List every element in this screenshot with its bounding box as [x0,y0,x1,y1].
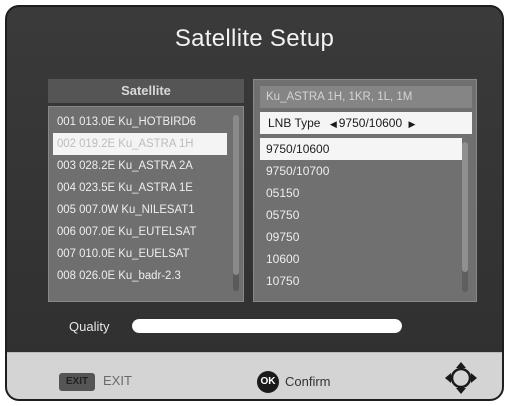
right-arrow-icon[interactable]: ▶ [409,119,416,129]
footer-bar: EXIT EXIT OK Confirm [7,352,502,399]
page-title: Satellite Setup [174,25,335,52]
satellite-item-selected[interactable]: 002 019.2E Ku_ASTRA 1H [53,133,227,155]
satellite-item[interactable]: 008 026.0E Ku_badr-2.3 [53,265,227,287]
quality-label: Quality [69,319,110,334]
lnb-panel-header: Ku_ASTRA 1H, 1KR, 1L, 1M [260,86,472,108]
lnb-panel: Ku_ASTRA 1H, 1KR, 1L, 1M LNB Type ◀ 9750/… [253,79,477,302]
exit-label: EXIT [103,373,132,388]
lnb-type-value: 9750/10600 [338,116,403,130]
lnb-options-list[interactable]: 9750/10600 9750/10700 05150 05750 09750 … [260,138,462,292]
quality-bar-fill [132,319,402,333]
quality-bar [132,319,402,333]
lnb-option[interactable]: 10750 [260,270,462,292]
satellite-item[interactable]: 006 007.0E Ku_EUTELSAT [53,221,227,243]
satellite-item[interactable]: 007 010.0E Ku_EUELSAT [53,243,227,265]
satellite-scrollbar[interactable] [233,115,239,291]
satellite-item[interactable]: 004 023.5E Ku_ASTRA 1E [53,177,227,199]
lnb-option-highlighted[interactable]: 9750/10600 [260,138,462,160]
lnb-scrollbar[interactable] [462,142,468,292]
lnb-type-selector[interactable]: LNB Type ◀ 9750/10600 ▶ [260,112,472,134]
satellite-list[interactable]: 001 013.0E Ku_HOTBIRD6 002 019.2E Ku_AST… [48,106,244,302]
lnb-option[interactable]: 05150 [260,182,462,204]
lnb-option[interactable]: 05750 [260,204,462,226]
lnb-scrollbar-thumb[interactable] [462,142,468,272]
satellite-item[interactable]: 005 007.0W Ku_NILESAT1 [53,199,227,221]
satellite-items: 001 013.0E Ku_HOTBIRD6 002 019.2E Ku_AST… [53,111,229,287]
dpad-arrows-icon [445,362,477,394]
lnb-type-label: LNB Type [268,116,321,130]
left-arrow-icon[interactable]: ◀ [330,119,337,129]
exit-key-icon[interactable]: EXIT [59,373,95,391]
lnb-option[interactable]: 09750 [260,226,462,248]
ok-key-icon[interactable]: OK [257,371,279,393]
confirm-label: Confirm [285,374,331,389]
lnb-option[interactable]: 10600 [260,248,462,270]
satellite-item[interactable]: 003 028.2E Ku_ASTRA 2A [53,155,227,177]
satellite-scrollbar-thumb[interactable] [233,115,239,275]
satellite-list-header: Satellite [48,79,244,103]
satellite-item[interactable]: 001 013.0E Ku_HOTBIRD6 [53,111,227,133]
lnb-option[interactable]: 9750/10700 [260,160,462,182]
screen: Satellite Setup Satellite 001 013.0E Ku_… [5,5,504,401]
